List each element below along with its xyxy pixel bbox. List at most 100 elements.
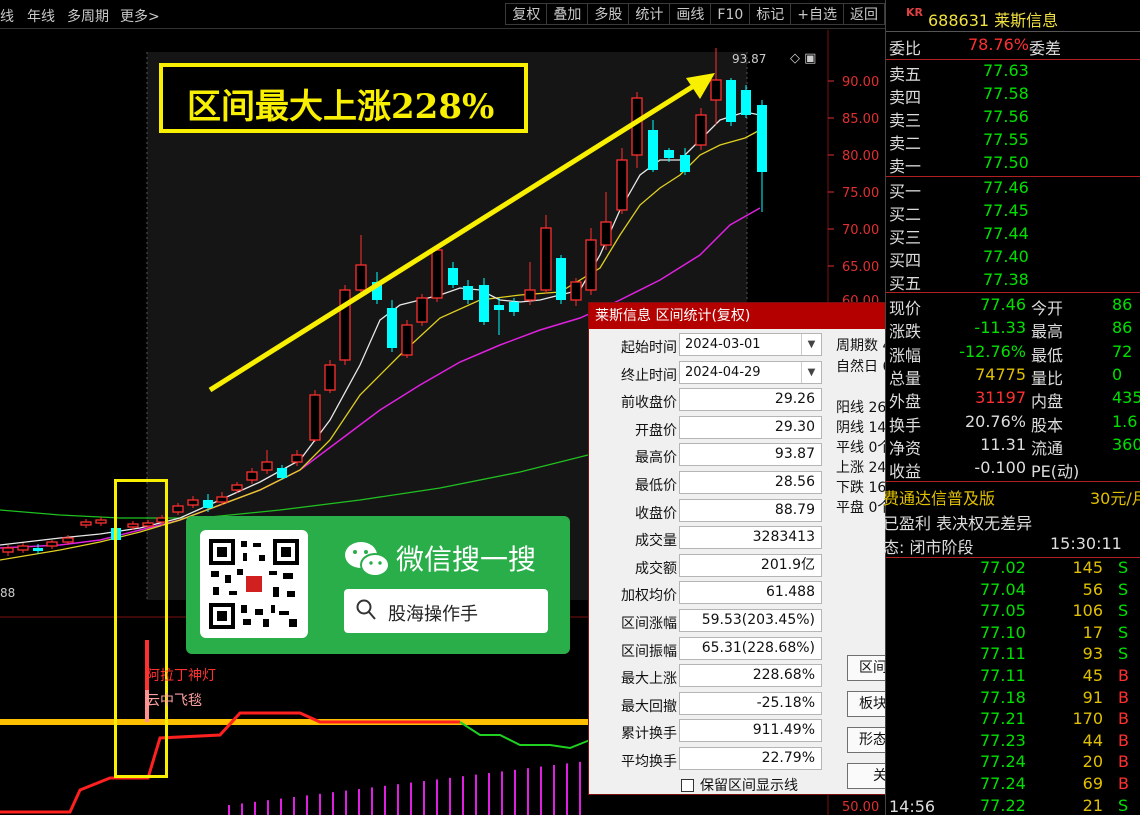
checkbox-label: 保留区间显示线 <box>700 778 798 794</box>
orderbook-label: 卖四 <box>889 88 922 107</box>
dialog-field-value: 59.53(203.45%) <box>679 609 822 632</box>
quote-stat-value-2: 0 <box>1112 364 1123 384</box>
candle-body <box>261 461 273 471</box>
dialog-row: 成交量 3283413 <box>589 526 829 550</box>
quote-stat-value: -11.33 <box>974 318 1026 338</box>
orderbook-row[interactable]: 卖五 77.63 <box>886 61 1140 84</box>
toolbar-fuquan[interactable]: 复权 <box>505 3 548 25</box>
candle-body <box>46 541 58 547</box>
orderbook-row[interactable]: 买二 77.45 <box>886 201 1140 224</box>
toolbar-zixuan[interactable]: +自选 <box>790 3 844 25</box>
chart-settings-icon[interactable]: ◇ ▣ <box>790 51 816 66</box>
signal-label-2: 云中飞毯 <box>146 693 202 709</box>
date-select-value: 2024-03-01 <box>685 337 761 352</box>
orderbook-row[interactable]: 卖三 77.56 <box>886 107 1140 130</box>
orderbook-row[interactable]: 卖一 77.50 <box>886 153 1140 176</box>
dialog-title: 莱斯信息 区间统计(复权) <box>595 308 751 324</box>
tick-side: S <box>1118 644 1129 664</box>
dialog-field-label: 区间振幅 <box>621 643 677 660</box>
orderbook-label: 买四 <box>889 251 922 270</box>
indicator-bar <box>488 773 490 815</box>
dialog-row: 最大回撤 -25.18% <box>589 691 829 716</box>
tick-volume: 93 <box>1082 644 1103 664</box>
quote-stat-value-2: 360 <box>1112 434 1140 454</box>
tick-row: 77.18 91 B <box>886 688 1140 711</box>
candle-body <box>277 468 287 478</box>
candle-body <box>600 221 612 246</box>
price-axis-label: 75.00 <box>842 186 879 201</box>
chevron-down-icon[interactable]: ▼ <box>801 334 821 355</box>
tick-price: 77.10 <box>980 622 1026 642</box>
candle-body <box>309 394 321 441</box>
tick-row: 77.23 44 B <box>886 731 1140 754</box>
quote-stat-row: 外盘 31197 内盘 435 <box>886 388 1140 411</box>
search-icon <box>356 599 376 620</box>
chevron-down-icon[interactable]: ▼ <box>801 361 821 383</box>
toolbar-fanhui[interactable]: 返回 <box>843 3 885 25</box>
candle-body <box>648 130 658 170</box>
dialog-field-value: 911.49% <box>679 719 822 743</box>
rise-banner: 区间最大上涨228% <box>159 63 528 133</box>
dialog-field-label: 最高价 <box>635 450 677 467</box>
orderbook-row[interactable]: 买五 77.38 <box>886 270 1140 293</box>
candle-body <box>616 159 628 211</box>
tick-side: B <box>1118 774 1129 793</box>
toolbar-tongji[interactable]: 统计 <box>628 3 671 25</box>
candle-body <box>757 105 767 172</box>
orderbook-label: 卖五 <box>889 65 922 84</box>
orderbook-row[interactable]: 买三 77.44 <box>886 224 1140 247</box>
date-select[interactable]: 2024-03-01 ▼ <box>679 333 822 356</box>
tick-volume: 170 <box>1072 709 1103 729</box>
quote-stat-value: 77.46 <box>980 295 1026 314</box>
quote-stat-label-2: 股本 <box>1031 415 1064 435</box>
toolbar-left-3[interactable]: 更多> <box>120 6 160 26</box>
orderbook-label: 卖一 <box>889 157 922 176</box>
toolbar-huaxian[interactable]: 画线 <box>669 3 712 25</box>
checkbox-icon[interactable] <box>681 779 694 792</box>
quote-stat-label-2: 量比 <box>1031 368 1064 388</box>
toolbar-f10[interactable]: F10 <box>710 3 751 25</box>
orderbook-price: 77.63 <box>983 61 1029 80</box>
tick-price: 77.18 <box>980 687 1026 707</box>
indicator-bar <box>254 801 256 815</box>
price-axis-label: 70.00 <box>842 223 879 238</box>
quote-stat-label-2: 流通 <box>1031 438 1064 458</box>
candle-body <box>463 286 473 300</box>
stock-name[interactable]: 688631 莱斯信息 <box>928 7 1058 31</box>
candle-body <box>187 499 199 506</box>
quote-stat-value-2: 86 <box>1112 318 1133 338</box>
orderbook-row[interactable]: 卖二 77.55 <box>886 130 1140 153</box>
candle-body <box>95 519 107 524</box>
quote-stat-label: 涨幅 <box>889 345 922 365</box>
indicator-bar <box>358 789 360 815</box>
orderbook-row[interactable]: 买一 77.46 <box>886 178 1140 201</box>
date-select[interactable]: 2024-04-29 ▼ <box>679 360 822 384</box>
tick-volume: 20 <box>1082 752 1103 772</box>
wechat-icon <box>345 542 390 577</box>
ad-row[interactable]: 费通达信普及版 30元/月 <box>883 485 1140 508</box>
dialog-row: 起始时间 2024-03-01 ▼ <box>589 333 829 357</box>
orderbook-row[interactable]: 买四 77.40 <box>886 247 1140 270</box>
toolbar-left-0[interactable]: 线 <box>0 6 14 26</box>
orderbook-price: 77.46 <box>983 178 1029 197</box>
orderbook-row[interactable]: 卖四 77.58 <box>886 84 1140 107</box>
quote-stat-value: 20.76% <box>964 411 1026 431</box>
keep-range-lines-checkbox[interactable]: 保留区间显示线 <box>681 775 798 795</box>
indicator-bar <box>241 803 243 815</box>
dialog-row: 收盘价 88.79 <box>589 498 829 523</box>
toolbar-diejia[interactable]: 叠加 <box>546 3 589 25</box>
quote-panel: KR 688631 莱斯信息 委比 78.76% 委差 卖五 77.63 卖四 77.… <box>883 0 1140 815</box>
candle-body <box>416 297 428 323</box>
indicator-bar <box>423 781 425 815</box>
tick-side: B <box>1118 687 1129 707</box>
toolbar-left-2[interactable]: 多周期 <box>67 6 109 26</box>
toolbar-biaoji[interactable]: 标记 <box>749 3 792 25</box>
toolbar-duogu[interactable]: 多股 <box>587 3 630 25</box>
quote-stat-label-2: PE(动) <box>1031 462 1080 482</box>
indicator-bar <box>306 795 308 815</box>
toolbar-left-1[interactable]: 年线 <box>27 6 55 26</box>
tick-volume: 45 <box>1082 666 1103 685</box>
dialog-field-label: 收盘价 <box>635 505 677 522</box>
quote-header: KR 688631 莱斯信息 <box>886 0 1140 32</box>
indicator-bar <box>410 782 412 815</box>
